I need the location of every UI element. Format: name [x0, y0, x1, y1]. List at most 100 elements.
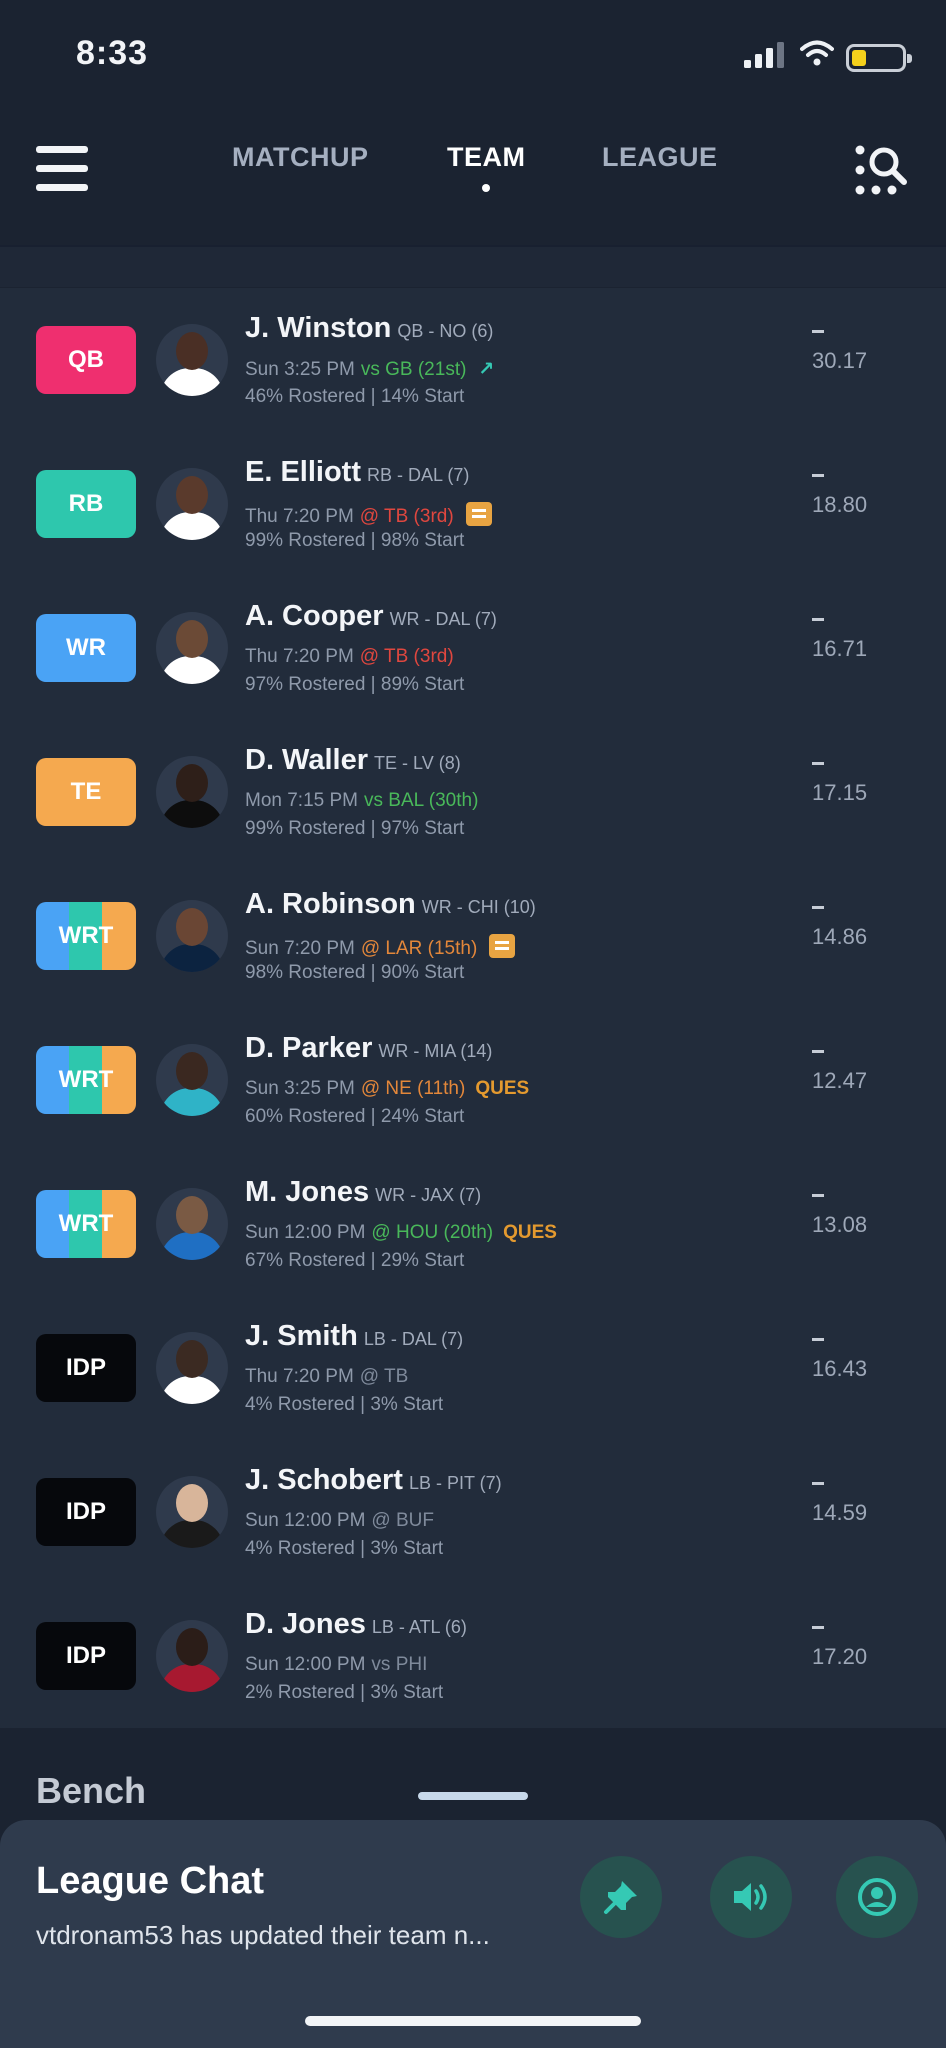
wifi-icon	[800, 40, 834, 66]
player-name-text[interactable]: J. Schobert	[245, 1464, 403, 1496]
player-name-text[interactable]: J. Smith	[245, 1320, 358, 1352]
roster-start-percent: 67% Rostered | 29% Start	[245, 1250, 465, 1271]
pin-icon	[604, 1881, 637, 1914]
opponent: vs GB (21st)	[360, 359, 467, 380]
player-name-text[interactable]: D. Waller	[245, 744, 368, 776]
player-position-team: WR - MIA (14)	[378, 1041, 493, 1061]
position-badge[interactable]: IDP	[36, 1622, 136, 1690]
roster-row[interactable]: IDP J. Smith LB - DAL (7) Thu 7:20 PM @ TB 4%…	[0, 1296, 946, 1440]
game-info: Sun 3:25 PM vs GB (21st) ↗	[245, 358, 494, 381]
roster-start-percent: 99% Rostered | 98% Start	[245, 530, 465, 551]
player-name-text[interactable]: A. Cooper	[245, 600, 384, 632]
player-position-team: WR - JAX (7)	[375, 1185, 482, 1205]
player-avatar[interactable]	[156, 1476, 228, 1548]
opponent: vs PHI	[371, 1654, 428, 1675]
player-name[interactable]: J. Smith LB - DAL (7)	[245, 1320, 463, 1353]
position-badge[interactable]: WRT	[36, 902, 136, 970]
hamburger-menu-icon[interactable]	[36, 146, 88, 192]
roster-row[interactable]: WR A. Cooper WR - DAL (7) Thu 7:20 PM @ TB (…	[0, 576, 946, 720]
player-name-text[interactable]: M. Jones	[245, 1176, 369, 1208]
tab-team[interactable]: TEAM	[447, 142, 526, 173]
player-avatar[interactable]	[156, 468, 228, 540]
player-name-text[interactable]: A. Robinson	[245, 888, 416, 920]
roster-row[interactable]: IDP D. Jones LB - ATL (6) Sun 12:00 PM vs PH…	[0, 1584, 946, 1728]
pin-button[interactable]	[580, 1856, 662, 1938]
player-name-text[interactable]: J. Winston	[245, 312, 391, 344]
player-name[interactable]: J. Winston QB - NO (6)	[245, 312, 493, 345]
actual-score-dash	[812, 618, 824, 621]
player-avatar[interactable]	[156, 900, 228, 972]
player-name[interactable]: J. Schobert LB - PIT (7)	[245, 1464, 502, 1497]
roster-row[interactable]: WRT A. Robinson WR - CHI (10) Sun 7:20 PM @ …	[0, 864, 946, 1008]
position-badge[interactable]: IDP	[36, 1478, 136, 1546]
projected-points: 17.20	[812, 1644, 868, 1669]
player-name[interactable]: D. Waller TE - LV (8)	[245, 744, 461, 777]
roster-row[interactable]: IDP J. Schobert LB - PIT (7) Sun 12:00 PM @ …	[0, 1440, 946, 1584]
player-avatar[interactable]	[156, 1620, 228, 1692]
bench-title: Bench	[36, 1770, 147, 1811]
player-avatar[interactable]	[156, 612, 228, 684]
actual-score-dash	[812, 1050, 824, 1053]
injury-status: QUES	[475, 1078, 530, 1099]
tab-matchup[interactable]: MATCHUP	[232, 142, 368, 173]
home-indicator[interactable]	[305, 2016, 641, 2026]
player-avatar[interactable]	[156, 1044, 228, 1116]
sound-button[interactable]	[710, 1856, 792, 1938]
player-avatar[interactable]	[156, 324, 228, 396]
roster-start-percent: 60% Rostered | 24% Start	[245, 1106, 465, 1127]
player-name-text[interactable]: D. Parker	[245, 1032, 372, 1064]
position-badge[interactable]: WRT	[36, 1046, 136, 1114]
player-avatar[interactable]	[156, 756, 228, 828]
opponent: @ TB (3rd)	[359, 646, 454, 667]
player-position-team: LB - ATL (6)	[371, 1617, 467, 1637]
position-badge[interactable]: TE	[36, 758, 136, 826]
profile-button[interactable]	[836, 1856, 918, 1938]
roster-start-percent: 46% Rostered | 14% Start	[245, 386, 465, 407]
position-badge[interactable]: WR	[36, 614, 136, 682]
game-info: Thu 7:20 PM @ TB (3rd)	[245, 646, 454, 668]
player-avatar[interactable]	[156, 1332, 228, 1404]
roster-start-percent: 4% Rostered | 3% Start	[245, 1394, 444, 1415]
roster-row[interactable]: WRT M. Jones WR - JAX (7) Sun 12:00 PM @ HOU…	[0, 1152, 946, 1296]
player-avatar[interactable]	[156, 1188, 228, 1260]
player-name-text[interactable]: D. Jones	[245, 1608, 366, 1640]
projected-points: 30.17	[812, 348, 868, 373]
opponent: @ BUF	[371, 1510, 434, 1531]
player-search-icon[interactable]	[854, 142, 910, 198]
position-badge[interactable]: QB	[36, 326, 136, 394]
player-name[interactable]: A. Cooper WR - DAL (7)	[245, 600, 497, 633]
game-time: Sun 3:25 PM	[245, 1078, 355, 1099]
injury-status: QUES	[503, 1222, 557, 1243]
position-badge[interactable]: RB	[36, 470, 136, 538]
actual-score-dash	[812, 1338, 824, 1341]
player-name[interactable]: A. Robinson WR - CHI (10)	[245, 888, 536, 921]
roster-row[interactable]: QB J. Winston QB - NO (6) Sun 3:25 PM vs GB …	[0, 288, 946, 432]
player-name[interactable]: D. Parker WR - MIA (14)	[245, 1032, 492, 1065]
game-info: Sun 12:00 PM @ HOU (20th) QUES	[245, 1222, 557, 1244]
nav-divider	[0, 245, 946, 287]
roster-row[interactable]: TE D. Waller TE - LV (8) Mon 7:15 PM vs BAL …	[0, 720, 946, 864]
player-name[interactable]: M. Jones WR - JAX (7)	[245, 1176, 481, 1209]
position-badge[interactable]: WRT	[36, 1190, 136, 1258]
speaker-icon	[734, 1883, 767, 1911]
status-bar: 8:33	[0, 0, 946, 110]
roster-row[interactable]: RB E. Elliott RB - DAL (7) Thu 7:20 PM @ TB …	[0, 432, 946, 576]
opponent: vs BAL (30th)	[364, 790, 479, 811]
actual-score-dash	[812, 1626, 824, 1629]
player-name[interactable]: E. Elliott RB - DAL (7)	[245, 456, 469, 489]
roster-row[interactable]: WRT D. Parker WR - MIA (14) Sun 3:25 PM @ NE…	[0, 1008, 946, 1152]
sheet-drag-handle[interactable]	[418, 1792, 528, 1800]
player-position-team: LB - DAL (7)	[363, 1329, 464, 1349]
game-time: Sun 7:20 PM	[245, 938, 355, 959]
news-icon[interactable]	[465, 502, 492, 526]
player-name-text[interactable]: E. Elliott	[245, 456, 361, 488]
player-name[interactable]: D. Jones LB - ATL (6)	[245, 1608, 467, 1641]
projected-points: 14.59	[812, 1500, 868, 1525]
league-chat-panel[interactable]: League Chat vtdronam53 has updated their…	[0, 1820, 946, 2048]
position-badge[interactable]: IDP	[36, 1334, 136, 1402]
game-time: Sun 3:25 PM	[245, 359, 355, 380]
tab-league[interactable]: LEAGUE	[602, 142, 718, 173]
game-time: Mon 7:15 PM	[245, 790, 358, 811]
news-icon[interactable]	[489, 934, 516, 958]
projected-points: 12.47	[812, 1068, 868, 1093]
